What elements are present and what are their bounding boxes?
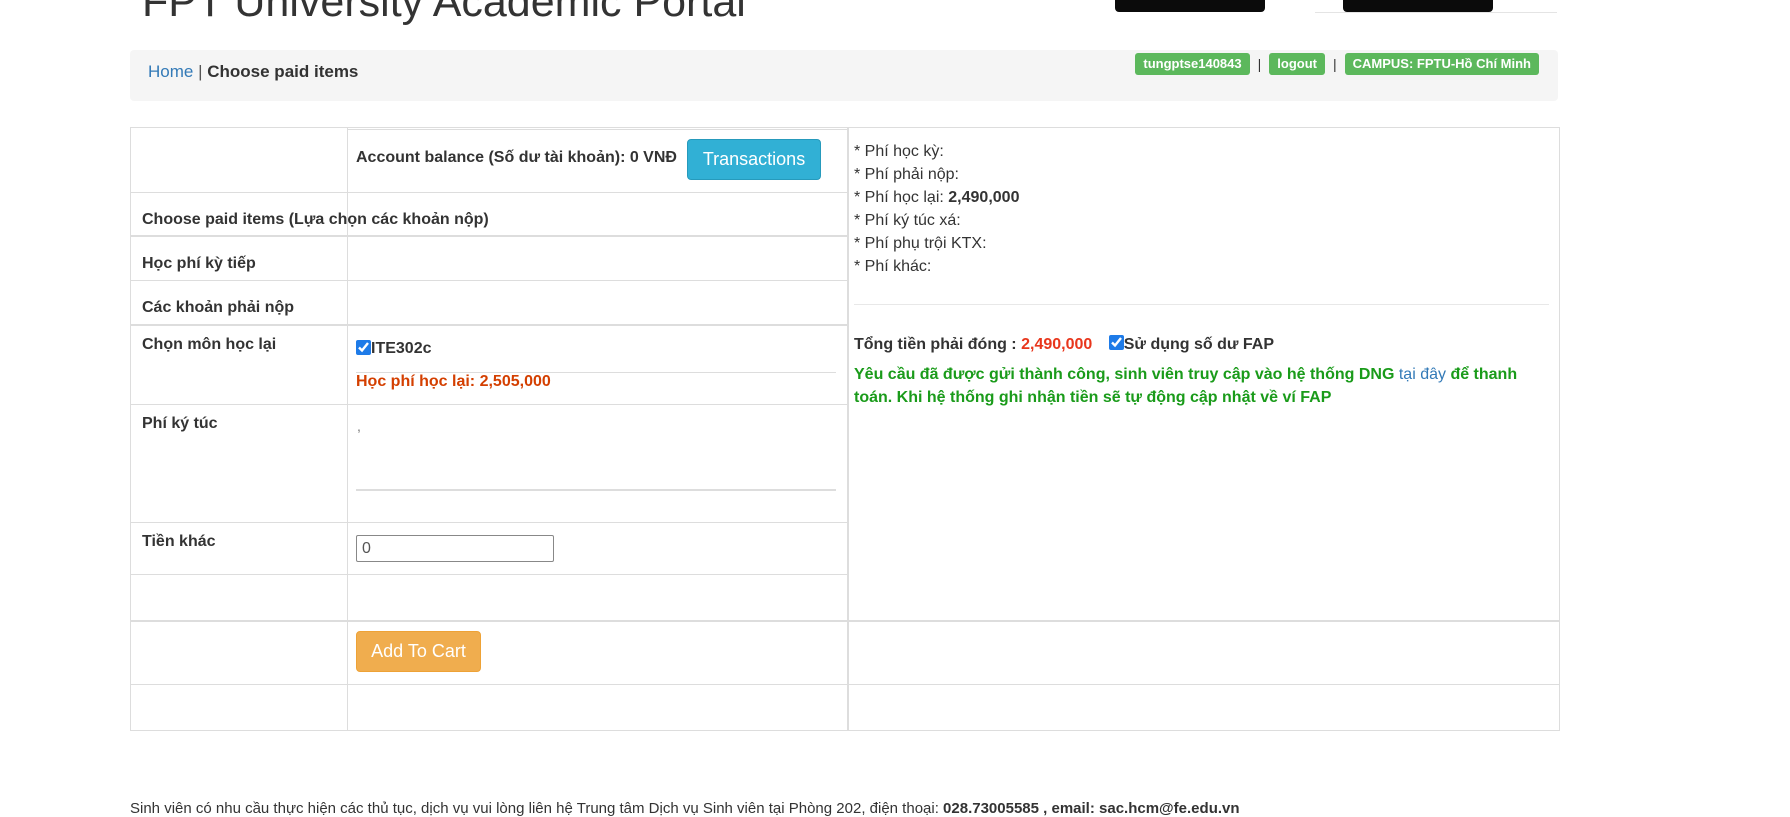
- retake-fee-value: 2,505,000: [479, 373, 551, 390]
- table-line: [131, 280, 847, 281]
- table-line: [356, 489, 836, 491]
- dorm-fee-label: Phí ký túc: [142, 415, 218, 432]
- message-text: Yêu cầu đã được gửi thành công, sinh viê…: [854, 366, 1395, 383]
- logout-badge[interactable]: logout: [1269, 53, 1325, 75]
- use-fap-balance-label[interactable]: Sử dụng số dư FAP: [1124, 336, 1274, 353]
- choose-paid-items-label: Choose paid items (Lựa chọn các khoản nộ…: [142, 211, 489, 228]
- user-badges: tungptse140843 | logout | CAMPUS: FPTU-H…: [1135, 53, 1539, 75]
- summary-divider: [854, 304, 1549, 305]
- retake-fee-summary-value: 2,490,000: [948, 189, 1020, 206]
- retake-fee: Học phí học lại: 2,505,000: [356, 373, 551, 391]
- total-label: Tổng tiền phải đóng :: [854, 336, 1017, 353]
- table-line: [131, 684, 1559, 685]
- dorm-fee-line: * Phí ký túc xá:: [854, 212, 961, 229]
- badge-separator: |: [1257, 56, 1262, 72]
- payable-fee-line: * Phí phải nộp:: [854, 166, 959, 183]
- badge-separator: |: [1332, 56, 1337, 72]
- dorm-surcharge-line: * Phí phụ trội KTX:: [854, 235, 987, 252]
- total-due: Tổng tiền phải đóng : 2,490,000 Sử dụng …: [854, 335, 1274, 354]
- payment-portal-link[interactable]: tại đây: [1399, 366, 1446, 383]
- table-line: [347, 129, 847, 130]
- payment-success-message: Yêu cầu đã được gửi thành công, sinh viê…: [854, 363, 1554, 409]
- dorm-fee-value: ,: [357, 418, 361, 434]
- retake-fee-summary-label: * Phí học lại:: [854, 189, 944, 206]
- fee-summary: * Phí học kỳ: * Phí phải nộp: * Phí học …: [854, 140, 1019, 278]
- portal-title: FPT University Academic Portal: [142, 0, 746, 26]
- table-line: [131, 235, 847, 237]
- semester-fee-line: * Phí học kỳ:: [854, 143, 944, 160]
- table-line: [131, 574, 847, 575]
- retake-fee-label: Học phí học lại:: [356, 373, 476, 390]
- paid-items-form: Account balance (Số dư tài khoản): 0 VNĐ…: [130, 127, 1560, 731]
- other-amount-label: Tiền khác: [142, 533, 216, 550]
- retake-course-label: Chọn môn học lại: [142, 336, 277, 353]
- total-value: 2,490,000: [1021, 336, 1093, 353]
- other-fee-line: * Phí khác:: [854, 258, 932, 275]
- breadcrumb-bar: Home | Choose paid items tungptse140843 …: [130, 50, 1558, 101]
- table-line: [847, 128, 849, 730]
- username-badge[interactable]: tungptse140843: [1135, 53, 1250, 75]
- table-line: [131, 404, 847, 405]
- payables-label: Các khoản phải nộp: [142, 299, 295, 316]
- add-to-cart-button[interactable]: Add To Cart: [356, 631, 481, 672]
- retake-fee-line: * Phí học lại: 2,490,000: [854, 186, 1019, 209]
- breadcrumb-separator: |: [198, 62, 203, 81]
- breadcrumb-current: Choose paid items: [207, 62, 359, 81]
- table-line: [131, 324, 847, 326]
- google-play-badge[interactable]: [1343, 0, 1493, 12]
- other-amount-input[interactable]: [356, 535, 554, 562]
- table-line: [131, 522, 847, 523]
- breadcrumb: Home | Choose paid items: [148, 62, 358, 82]
- use-fap-balance-checkbox[interactable]: [1108, 335, 1124, 350]
- account-balance: Account balance (Số dư tài khoản): 0 VNĐ: [356, 149, 677, 166]
- retake-course-checkbox[interactable]: [356, 340, 371, 355]
- table-line: [131, 192, 847, 193]
- transactions-button[interactable]: Transactions: [687, 139, 821, 180]
- table-line: [131, 620, 1559, 622]
- next-term-fee-label: Học phí kỳ tiếp: [142, 255, 256, 272]
- breadcrumb-home-link[interactable]: Home: [148, 62, 193, 81]
- retake-course-option[interactable]: ITE302c: [356, 340, 431, 358]
- header-divider: [1315, 12, 1557, 13]
- app-store-badge[interactable]: [1115, 0, 1265, 12]
- retake-course-code: ITE302c: [371, 340, 432, 357]
- campus-badge: CAMPUS: FPTU-Hồ Chí Minh: [1344, 53, 1539, 75]
